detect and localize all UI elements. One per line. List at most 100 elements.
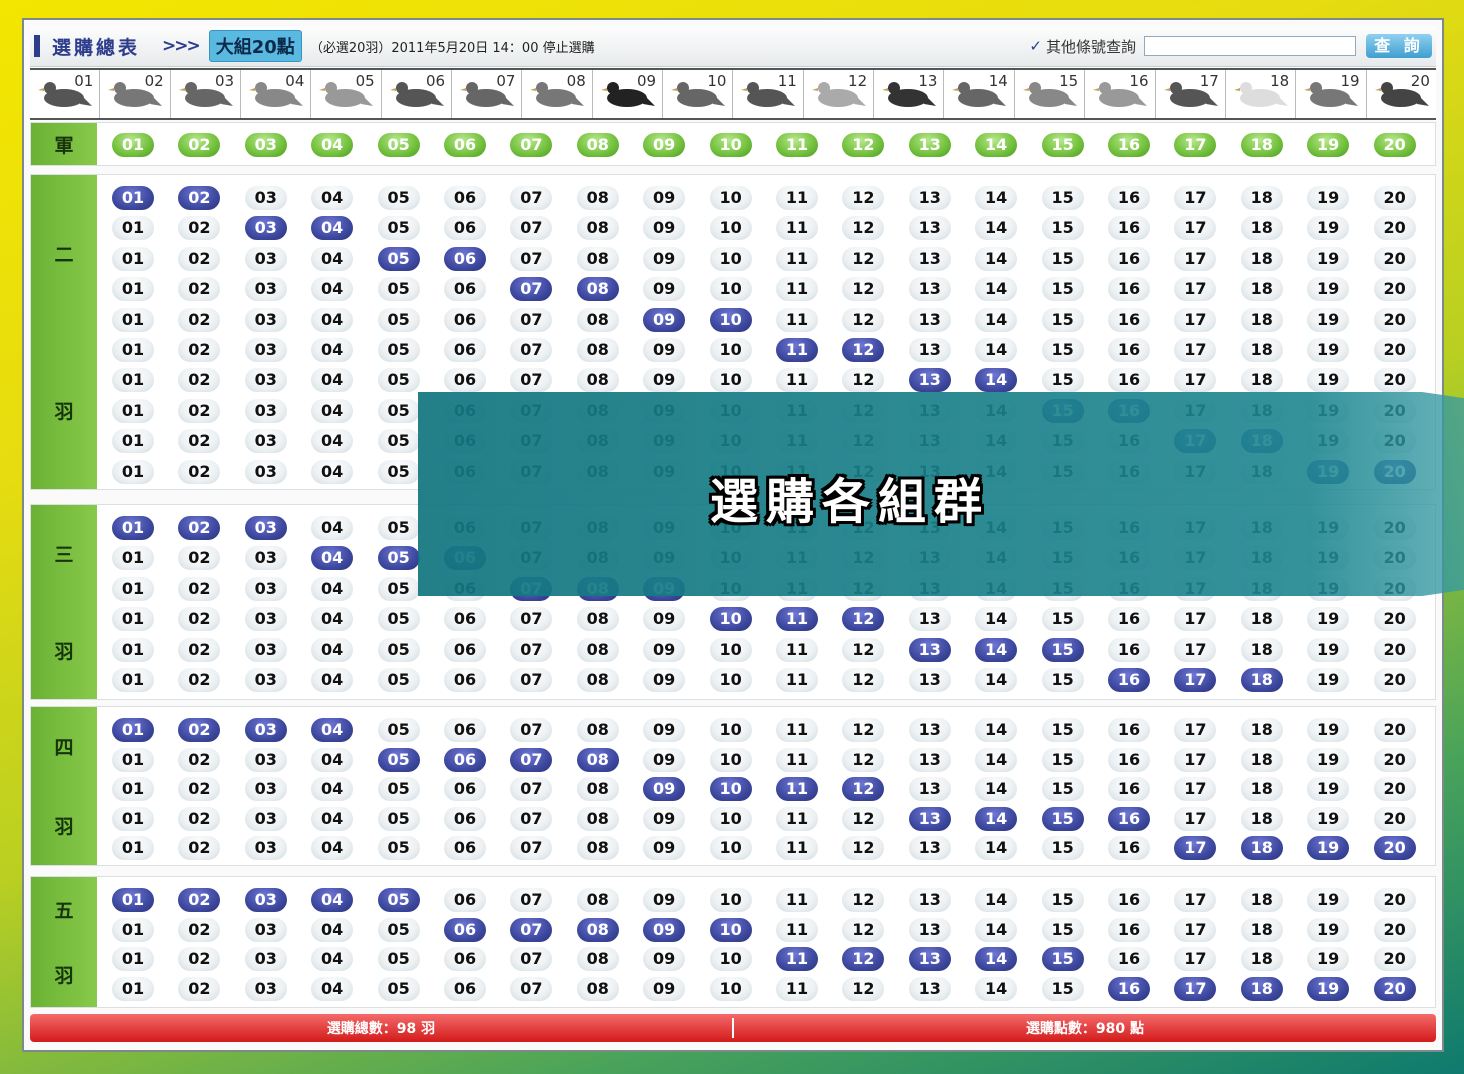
number-ball[interactable]: 08 xyxy=(576,368,619,393)
number-ball[interactable]: 02 xyxy=(178,668,221,692)
selected-number[interactable]: 16 xyxy=(1108,806,1150,831)
number-ball[interactable]: 02 xyxy=(178,747,221,772)
number-ball[interactable]: 19 xyxy=(1307,246,1350,271)
selected-number[interactable]: 08 xyxy=(576,747,619,772)
number-ball[interactable]: 04 xyxy=(311,368,354,393)
number-ball[interactable]: 19 xyxy=(1307,777,1350,802)
number-ball[interactable]: 11 xyxy=(776,216,818,241)
selected-number[interactable]: 09 xyxy=(643,777,686,802)
number-ball[interactable]: 01 xyxy=(112,637,154,662)
number-ball[interactable]: 04 xyxy=(311,747,354,772)
number-ball[interactable]: 01 xyxy=(112,246,154,271)
number-ball[interactable]: 11 xyxy=(776,307,818,332)
selected-number[interactable]: 16 xyxy=(1108,976,1150,1001)
selected-number[interactable]: 01 xyxy=(112,888,154,912)
selected-number[interactable]: 06 xyxy=(444,917,486,942)
selected-number[interactable]: 02 xyxy=(178,186,221,210)
selected-number[interactable]: 12 xyxy=(842,947,885,972)
selected-number[interactable]: 02 xyxy=(178,888,221,912)
number-ball[interactable]: 17 xyxy=(1174,777,1217,802)
selected-number[interactable]: 12 xyxy=(842,607,885,632)
number-ball[interactable]: 03 xyxy=(244,607,287,632)
number-ball[interactable]: 15 xyxy=(1041,186,1084,210)
number-ball[interactable]: 19 xyxy=(1307,888,1350,912)
number-ball[interactable]: 17 xyxy=(1174,216,1217,241)
number-ball[interactable]: 02 xyxy=(178,368,221,393)
number-ball[interactable]: 14 xyxy=(975,338,1018,362)
number-ball[interactable]: 17 xyxy=(1174,186,1217,210)
champion-number[interactable]: 01 xyxy=(112,133,154,157)
number-ball[interactable]: 03 xyxy=(244,338,287,362)
combo-row[interactable]: 01 02 03 04 05 06 07 08 09 10 11 12 13 14 15 16 17 18 19 20 xyxy=(99,745,1435,775)
number-ball[interactable]: 02 xyxy=(178,976,221,1001)
number-ball[interactable]: 20 xyxy=(1373,338,1416,362)
number-ball[interactable]: 06 xyxy=(444,186,486,210)
selected-number[interactable]: 19 xyxy=(1307,976,1350,1001)
number-ball[interactable]: 07 xyxy=(510,186,553,210)
pigeon-slot[interactable]: 11 xyxy=(733,70,804,118)
selected-number[interactable]: 05 xyxy=(377,747,420,772)
selected-number[interactable]: 08 xyxy=(576,277,619,302)
number-ball[interactable]: 18 xyxy=(1240,637,1283,662)
number-ball[interactable]: 11 xyxy=(776,718,818,742)
number-ball[interactable]: 11 xyxy=(776,637,818,662)
number-ball[interactable]: 05 xyxy=(377,947,420,972)
pigeon-slot[interactable]: 14 xyxy=(944,70,1015,118)
number-ball[interactable]: 19 xyxy=(1307,947,1350,972)
number-ball[interactable]: 03 xyxy=(244,576,287,601)
number-ball[interactable]: 04 xyxy=(311,668,354,692)
number-ball[interactable]: 03 xyxy=(244,806,287,831)
number-ball[interactable]: 02 xyxy=(178,607,221,632)
number-ball[interactable]: 16 xyxy=(1108,747,1150,772)
number-ball[interactable]: 08 xyxy=(576,246,619,271)
selected-number[interactable]: 13 xyxy=(908,806,951,831)
number-ball[interactable]: 20 xyxy=(1373,747,1416,772)
number-ball[interactable]: 13 xyxy=(908,917,951,942)
number-ball[interactable]: 07 xyxy=(510,246,553,271)
number-ball[interactable]: 03 xyxy=(244,917,287,942)
number-ball[interactable]: 09 xyxy=(643,216,686,241)
number-ball[interactable]: 09 xyxy=(643,277,686,302)
number-ball[interactable]: 09 xyxy=(643,976,686,1001)
number-ball[interactable]: 03 xyxy=(244,947,287,972)
selected-number[interactable]: 03 xyxy=(244,516,287,540)
selected-number[interactable]: 15 xyxy=(1041,947,1084,972)
number-ball[interactable]: 01 xyxy=(112,216,154,241)
number-ball[interactable]: 10 xyxy=(709,806,752,831)
number-ball[interactable]: 01 xyxy=(112,277,154,302)
number-ball[interactable]: 04 xyxy=(311,338,354,362)
number-ball[interactable]: 14 xyxy=(975,777,1018,802)
number-ball[interactable]: 20 xyxy=(1373,917,1416,942)
number-ball[interactable]: 02 xyxy=(178,806,221,831)
number-ball[interactable]: 07 xyxy=(510,338,553,362)
selected-number[interactable]: 05 xyxy=(377,246,420,271)
number-ball[interactable]: 03 xyxy=(244,976,287,1001)
number-ball[interactable]: 20 xyxy=(1373,668,1416,692)
number-ball[interactable]: 01 xyxy=(112,806,154,831)
number-ball[interactable]: 17 xyxy=(1174,277,1217,302)
number-ball[interactable]: 20 xyxy=(1373,637,1416,662)
number-ball[interactable]: 08 xyxy=(576,186,619,210)
selected-number[interactable]: 10 xyxy=(709,607,752,632)
number-ball[interactable]: 19 xyxy=(1307,747,1350,772)
number-ball[interactable]: 19 xyxy=(1307,917,1350,942)
number-ball[interactable]: 14 xyxy=(975,307,1018,332)
selected-number[interactable]: 10 xyxy=(709,917,752,942)
number-ball[interactable]: 19 xyxy=(1307,607,1350,632)
number-ball[interactable]: 05 xyxy=(377,398,420,423)
number-ball[interactable]: 07 xyxy=(510,718,553,742)
pigeon-slot[interactable]: 16 xyxy=(1085,70,1156,118)
champion-number[interactable]: 07 xyxy=(510,133,553,157)
number-ball[interactable]: 06 xyxy=(444,637,486,662)
number-ball[interactable]: 12 xyxy=(842,186,885,210)
number-ball[interactable]: 04 xyxy=(311,516,354,540)
selected-number[interactable]: 03 xyxy=(244,216,287,241)
number-ball[interactable]: 02 xyxy=(178,429,221,454)
selected-number[interactable]: 12 xyxy=(842,338,885,362)
number-ball[interactable]: 05 xyxy=(377,976,420,1001)
number-ball[interactable]: 05 xyxy=(377,718,420,742)
selected-number[interactable]: 02 xyxy=(178,516,221,540)
number-ball[interactable]: 07 xyxy=(510,806,553,831)
champion-number[interactable]: 08 xyxy=(576,133,619,157)
number-ball[interactable]: 07 xyxy=(510,777,553,802)
